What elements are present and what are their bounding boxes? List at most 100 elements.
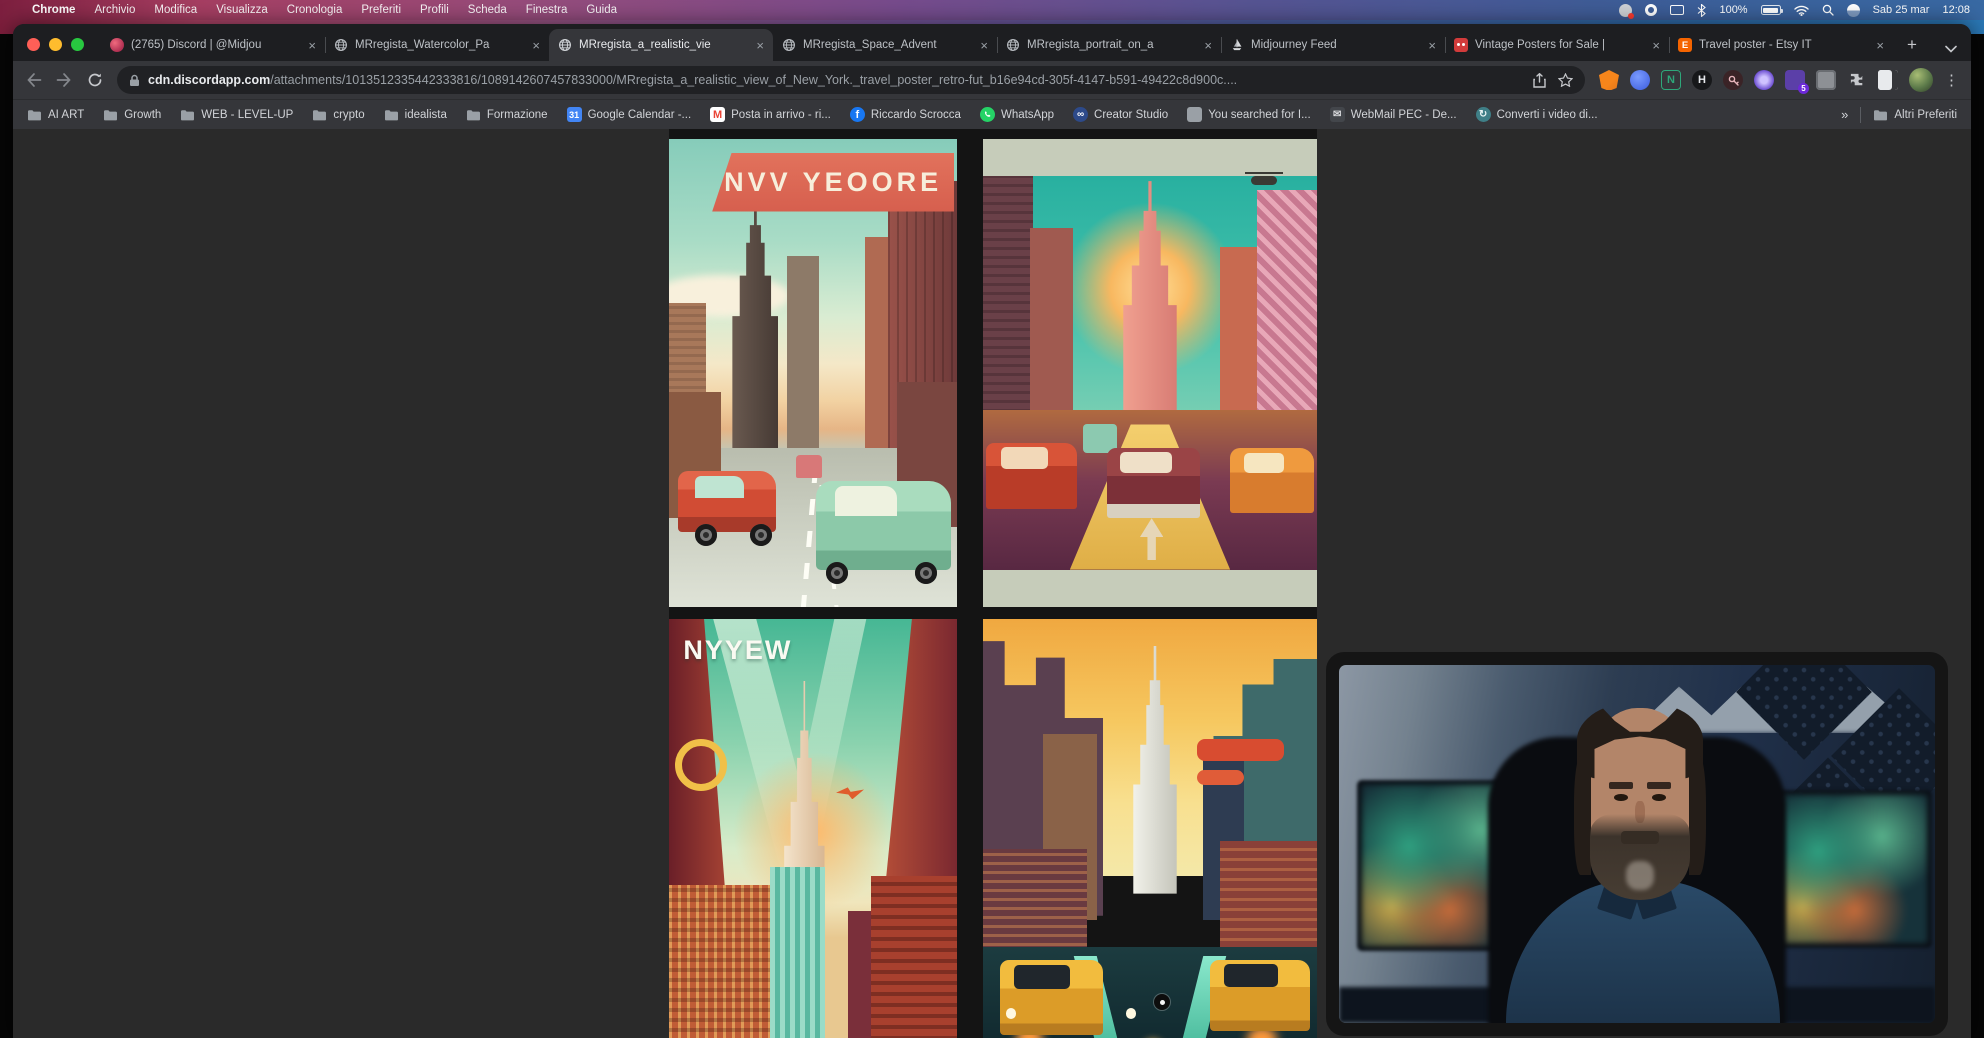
background-monitor-right — [1771, 790, 1932, 948]
discord-favicon — [110, 38, 124, 52]
menu-item-guida[interactable]: Guida — [586, 4, 617, 16]
menu-bar-date[interactable]: Sab 25 mar — [1873, 4, 1930, 16]
tab-portrait[interactable]: MRregista_portrait_on_a × — [997, 29, 1221, 61]
menu-item-preferiti[interactable]: Preferiti — [361, 4, 401, 16]
bookmark-star-icon[interactable] — [1558, 73, 1573, 88]
menu-item-archivio[interactable]: Archivio — [94, 4, 135, 16]
back-button[interactable] — [25, 72, 42, 88]
bookmark-webmail-pec[interactable]: ✉ WebMail PEC - De... — [1330, 107, 1457, 122]
menu-item-finestra[interactable]: Finestra — [526, 4, 568, 16]
webmail-envelope-icon: ✉ — [1330, 107, 1345, 122]
tab-realistic-view-active[interactable]: MRregista_a_realistic_vie × — [549, 29, 773, 61]
bookmark-gmail-inbox[interactable]: M Posta in arrivo - ri... — [710, 107, 831, 122]
menu-item-cronologia[interactable]: Cronologia — [287, 4, 343, 16]
webcam-overlay[interactable] — [1326, 652, 1948, 1036]
tab-title: Vintage Posters for Sale | — [1475, 39, 1645, 51]
menu-item-modifica[interactable]: Modifica — [154, 4, 197, 16]
bookmark-google-calendar[interactable]: 31 Google Calendar -... — [567, 107, 692, 122]
tab-search-chevron-icon[interactable] — [1945, 45, 1957, 53]
menu-bar-time[interactable]: 12:08 — [1942, 4, 1970, 16]
bookmark-folder-growth[interactable]: Growth — [103, 109, 161, 121]
bookmarks-overflow-chevron[interactable]: » — [1841, 107, 1848, 122]
tab-etsy[interactable]: E Travel poster - Etsy IT × — [1669, 29, 1893, 61]
sidebar-panel-icon[interactable] — [1878, 70, 1898, 90]
record-status-icon[interactable] — [1645, 4, 1657, 16]
bookmark-whatsapp[interactable]: WhatsApp — [980, 107, 1054, 122]
bookmark-folder-crypto[interactable]: crypto — [312, 109, 364, 121]
folder-icon — [103, 109, 118, 121]
close-window-button[interactable] — [27, 38, 40, 51]
convert-arrows-icon: ↻ — [1476, 107, 1491, 122]
purple-eye-extension-icon[interactable] — [1754, 70, 1774, 90]
person-head — [1580, 708, 1699, 894]
bookmark-folder-ai-art[interactable]: AI ART — [27, 109, 84, 121]
menu-item-scheda[interactable]: Scheda — [468, 4, 507, 16]
display-icon[interactable] — [1670, 5, 1684, 15]
menu-item-visualizza[interactable]: Visualizza — [216, 4, 268, 16]
tab-close-icon[interactable]: × — [756, 39, 764, 52]
tab-space-adventure[interactable]: MRregista_Space_Advent × — [773, 29, 997, 61]
bookmark-label: Riccardo Scrocca — [871, 109, 961, 121]
zoom-window-button[interactable] — [71, 38, 84, 51]
tab-discord[interactable]: (2765) Discord | @Midjou × — [101, 29, 325, 61]
bluetooth-icon[interactable] — [1697, 4, 1706, 17]
tab-vintage-posters[interactable]: Vintage Posters for Sale | × — [1445, 29, 1669, 61]
bookmark-label: Altri Preferiti — [1894, 109, 1957, 121]
poster-taxi — [1210, 960, 1310, 1031]
minimize-window-button[interactable] — [49, 38, 62, 51]
forward-button[interactable] — [56, 72, 73, 88]
tab-close-icon[interactable]: × — [1876, 39, 1884, 52]
folder-icon — [466, 109, 481, 121]
omnibox-url-bar[interactable]: cdn.discordapp.com/attachments/101351233… — [117, 66, 1585, 94]
profile-avatar[interactable] — [1909, 68, 1933, 92]
midjourney-image-grid[interactable]: NVV YEOORE — [669, 129, 1317, 1038]
other-bookmarks-folder[interactable]: Altri Preferiti — [1873, 109, 1957, 121]
poster-building — [1030, 228, 1073, 439]
spotlight-search-icon[interactable] — [1822, 4, 1834, 16]
tab-title: Travel poster - Etsy IT — [1699, 39, 1869, 51]
bookmark-converti-video[interactable]: ↻ Converti i video di... — [1476, 107, 1598, 122]
bookmark-creator-studio[interactable]: ∞ Creator Studio — [1073, 107, 1168, 122]
bookmark-facebook-profile[interactable]: f Riccardo Scrocca — [850, 107, 961, 122]
lock-icon[interactable] — [129, 74, 140, 87]
new-tab-button[interactable]: + — [1899, 32, 1925, 58]
wifi-icon[interactable] — [1794, 5, 1809, 16]
bookmark-folder-web-level-up[interactable]: WEB - LEVEL-UP — [180, 109, 293, 121]
password-key-extension-icon[interactable] — [1723, 70, 1743, 90]
green-n-extension-icon[interactable]: N — [1661, 70, 1681, 90]
folder-icon — [312, 109, 327, 121]
reload-button[interactable] — [87, 72, 103, 88]
tab-watercolor[interactable]: MRregista_Watercolor_Pa × — [325, 29, 549, 61]
update-badge-icon[interactable] — [1619, 4, 1632, 17]
battery-percent: 100% — [1719, 4, 1747, 16]
bookmark-folder-idealista[interactable]: idealista — [384, 109, 447, 121]
url-text[interactable]: cdn.discordapp.com/attachments/101351233… — [148, 73, 1525, 87]
tab-close-icon[interactable]: × — [532, 39, 540, 52]
person-eye — [1614, 794, 1628, 801]
tab-close-icon[interactable]: × — [308, 39, 316, 52]
poster-car-maroon — [1107, 448, 1201, 518]
tab-title: MRregista_portrait_on_a — [1027, 39, 1197, 51]
bookmark-folder-formazione[interactable]: Formazione — [466, 109, 548, 121]
grid-extension-icon[interactable] — [1816, 70, 1836, 90]
car-wheel — [915, 562, 937, 584]
share-icon[interactable] — [1533, 73, 1546, 88]
control-center-icon[interactable] — [1847, 4, 1860, 17]
macos-menu-bar: Chrome Archivio Modifica Visualizza Cron… — [0, 0, 1984, 20]
tab-close-icon[interactable]: × — [1204, 39, 1212, 52]
poster-border-band — [983, 570, 1317, 607]
tab-close-icon[interactable]: × — [1652, 39, 1660, 52]
tab-close-icon[interactable]: × — [1428, 39, 1436, 52]
dark-circle-extension-icon[interactable]: H — [1692, 70, 1712, 90]
blue-wallet-extension-icon[interactable] — [1630, 70, 1650, 90]
tab-title: MRregista_Space_Advent — [803, 39, 973, 51]
menu-item-profili[interactable]: Profili — [420, 4, 449, 16]
extensions-puzzle-icon[interactable] — [1847, 70, 1867, 90]
purple-badged-extension-icon[interactable]: 5 — [1785, 70, 1805, 90]
tab-midjourney-feed[interactable]: Midjourney Feed × — [1221, 29, 1445, 61]
menu-app-name[interactable]: Chrome — [32, 4, 75, 16]
chrome-menu-3dots-icon[interactable]: ⋮ — [1944, 71, 1959, 89]
metamask-fox-extension-icon[interactable] — [1599, 70, 1619, 90]
bookmark-you-searched[interactable]: You searched for I... — [1187, 107, 1311, 122]
tab-close-icon[interactable]: × — [980, 39, 988, 52]
